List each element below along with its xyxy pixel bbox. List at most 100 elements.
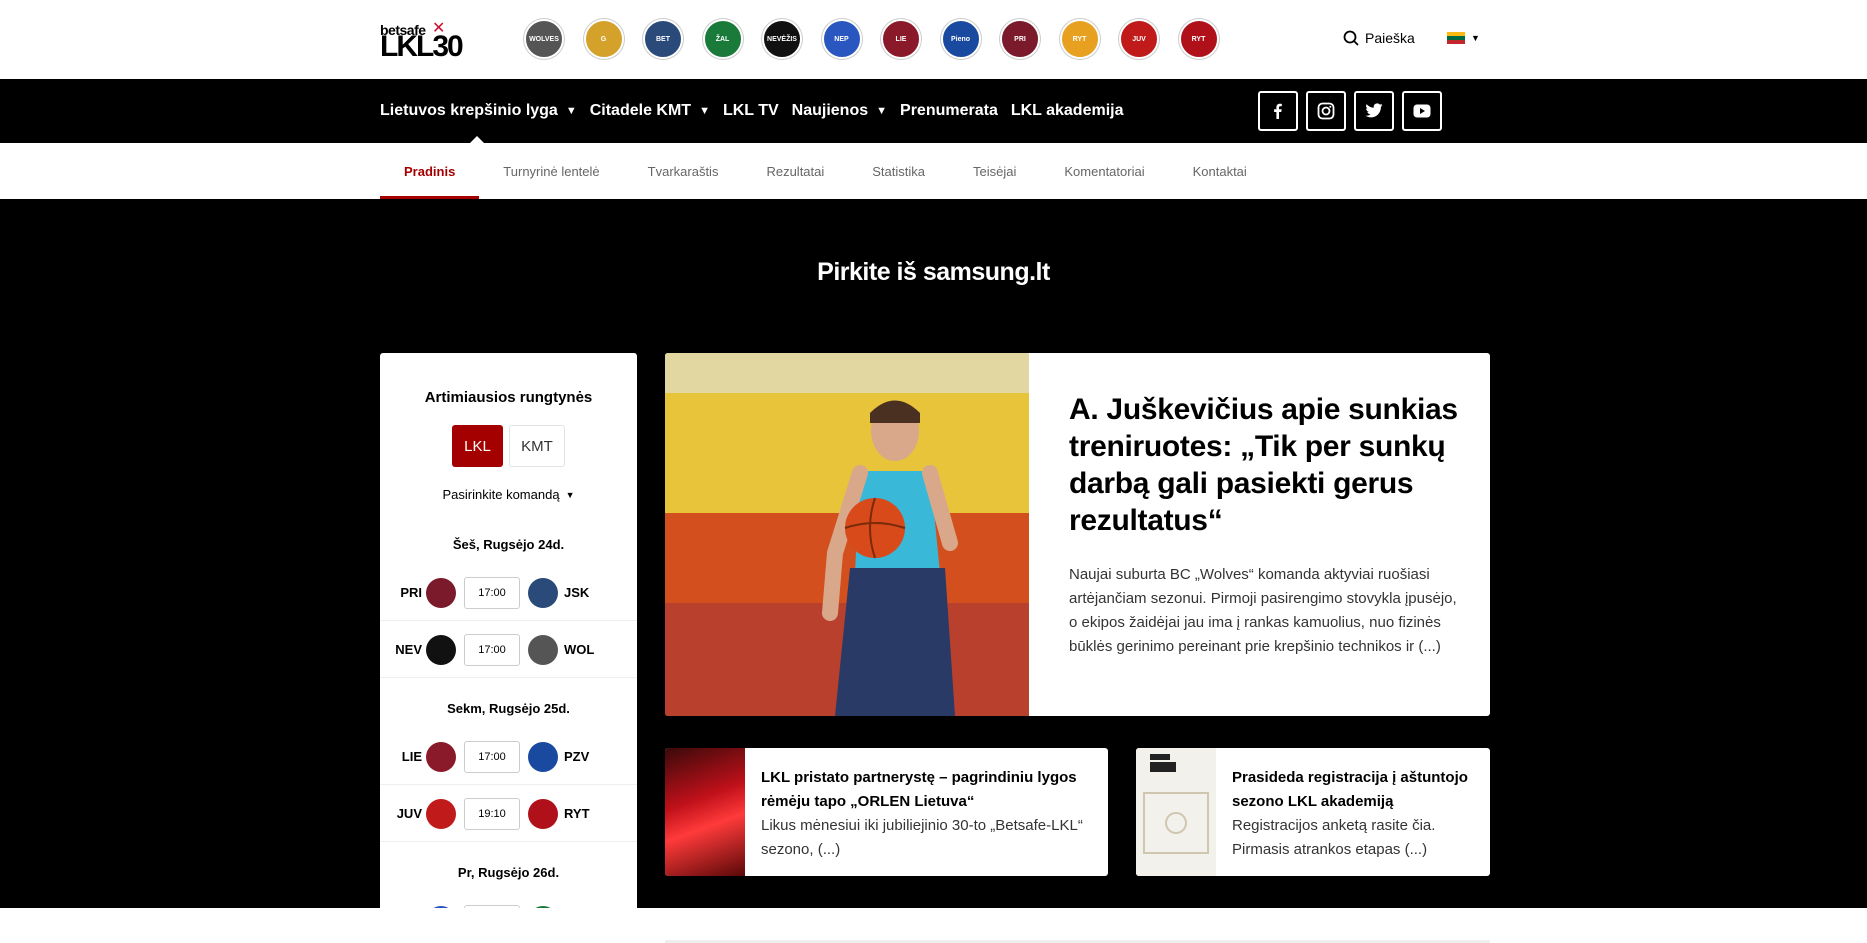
match-row[interactable]: NEV 17:00 WOL <box>380 622 637 678</box>
social-links <box>1258 91 1450 131</box>
away-team-logo-icon <box>528 634 558 665</box>
team-logo-icon[interactable]: LIE <box>881 19 921 59</box>
nav-item[interactable]: Lietuvos krepšinio lyga ▼ <box>380 79 577 143</box>
search-label: Paieška <box>1365 30 1415 46</box>
nav-item[interactable]: LKL TV <box>723 79 779 143</box>
featured-article[interactable]: A. Juškevičius apie sunkias treniruotes:… <box>665 353 1490 716</box>
subnav-tab[interactable]: Pradinis <box>380 143 480 199</box>
featured-article-excerpt: Naujai suburta BC „Wolves“ komanda aktyv… <box>1069 566 1457 655</box>
nav-item-label: LKL TV <box>722 102 779 119</box>
lkl-logo[interactable]: betsafe ✕ LKL30 <box>380 20 480 62</box>
article-card-title[interactable]: Prasideda registracija į aštuntojo sezon… <box>1232 766 1478 814</box>
article-card-title[interactable]: LKL pristato partnerystę – pagrindiniu l… <box>761 766 1096 814</box>
nav-item[interactable]: Citadele KMT ▼ <box>590 79 710 143</box>
upcoming-games-panel: Artimiausios rungtynės LKL KMT Pasirinki… <box>380 353 637 943</box>
match-time: 17:00 <box>464 740 520 773</box>
search-icon <box>1343 30 1359 46</box>
team-logo-icon[interactable]: Pieno <box>940 19 981 59</box>
nav-item[interactable]: Naujienos ▼ <box>792 79 887 143</box>
top-bar: betsafe ✕ LKL30 WOLVES G BET ŽAL NEVĖŽIS NEP L… <box>0 0 1867 79</box>
nav-item-label: Naujienos <box>791 102 869 119</box>
subnav-tab[interactable]: Kontaktai <box>1169 143 1271 199</box>
team-logo-strip: WOLVES G BET ŽAL NEVĖŽIS NEP LIE Pieno PRI RYT JUV… <box>524 19 1238 59</box>
team-logo-icon[interactable]: WOLVES <box>524 19 564 59</box>
subnav-tab[interactable]: Statistika <box>848 143 949 199</box>
home-team-logo-icon <box>426 634 456 665</box>
team-logo-icon[interactable]: RYT <box>1059 19 1100 59</box>
team-logo-icon[interactable]: BET <box>643 19 683 59</box>
tab-kmt[interactable]: KMT <box>509 425 565 467</box>
nav-item[interactable]: LKL akademija <box>1011 79 1124 143</box>
nav-item-label: Citadele KMT <box>589 102 692 119</box>
match-time: 17:00 <box>464 633 520 666</box>
youtube-icon <box>1413 104 1431 118</box>
facebook-button[interactable] <box>1258 91 1298 131</box>
team-select-label: Pasirinkite komandą <box>442 487 560 502</box>
language-selector[interactable]: ▼ <box>1447 32 1480 44</box>
nav-item-label: Lietuvos krepšinio lyga <box>380 102 558 119</box>
schedule-date: Sekm, Rugsėjo 25d. <box>447 701 570 716</box>
chevron-down-icon: ▼ <box>699 105 710 117</box>
home-team-abbr: JUV <box>396 806 422 821</box>
article-card[interactable]: LKL pristato partnerystę – pagrindiniu l… <box>665 748 1108 876</box>
article-card-excerpt: Likus mėnesiui iki jubiliejinio 30-to „B… <box>761 817 1083 858</box>
home-team-abbr: LIE <box>401 749 422 764</box>
subnav-tab[interactable]: Tvarkaraštis <box>624 143 743 199</box>
away-team-logo-icon <box>528 798 558 829</box>
match-time: 19:10 <box>464 797 520 830</box>
promo-banner[interactable]: Pirkite iš samsung.lt <box>0 258 1867 287</box>
team-logo-icon[interactable]: NEVĖŽIS <box>762 19 802 59</box>
away-team-abbr: PZV <box>564 749 590 764</box>
team-logo-icon[interactable]: RYT <box>1178 19 1219 59</box>
main-navigation: Lietuvos krepšinio lyga ▼ Citadele KMT ▼ LKL… <box>0 79 1867 143</box>
instagram-icon <box>1317 102 1335 120</box>
away-team-logo-icon <box>528 577 558 608</box>
basketball-player-illustration <box>665 353 1029 716</box>
team-logo-icon[interactable]: JUV <box>1119 19 1159 59</box>
away-team-logo-icon <box>528 741 558 772</box>
lkl-academy-illustration <box>1143 754 1209 854</box>
team-logo-icon[interactable]: PRI <box>1000 19 1040 59</box>
home-team-logo-icon <box>426 798 456 829</box>
subnav-tab[interactable]: Komentatoriai <box>1040 143 1168 199</box>
tab-lkl[interactable]: LKL <box>452 425 503 467</box>
youtube-button[interactable] <box>1402 91 1442 131</box>
match-row[interactable]: LIE 17:00 PZV <box>380 729 637 785</box>
content-area-background <box>0 908 1867 943</box>
sub-navigation: Pradinis Turnyrinė lentelė Tvarkaraštis Rez… <box>0 143 1867 199</box>
chevron-down-icon: ▼ <box>876 105 888 117</box>
subnav-tab[interactable]: Teisėjai <box>949 143 1040 199</box>
twitter-icon <box>1365 103 1383 118</box>
nav-item[interactable]: Prenumerata <box>900 79 998 143</box>
match-row[interactable]: PRI 17:00 JSK <box>380 565 637 621</box>
team-logo-icon[interactable]: NEP <box>821 19 862 59</box>
article-card-image <box>1136 748 1216 876</box>
home-team-abbr: PRI <box>400 585 422 600</box>
subnav-tab[interactable]: Rezultatai <box>742 143 848 199</box>
team-select-dropdown[interactable]: Pasirinkite komandą ▼ <box>380 487 637 502</box>
subnav-tab[interactable]: Turnyrinė lentelė <box>479 143 623 199</box>
article-card-image <box>665 748 745 876</box>
home-team-logo-icon <box>426 741 456 772</box>
lithuania-flag-icon <box>1447 32 1465 44</box>
nav-item-label: Prenumerata <box>900 102 998 119</box>
match-time: 17:00 <box>464 576 520 609</box>
facebook-icon <box>1274 103 1282 119</box>
home-team-abbr: NEV <box>395 642 422 657</box>
away-team-abbr: JSK <box>564 585 590 600</box>
instagram-button[interactable] <box>1306 91 1346 131</box>
schedule-date: Pr, Rugsėjo 26d. <box>457 865 560 880</box>
nav-item-label: LKL akademija <box>1010 102 1124 119</box>
article-card[interactable]: Prasideda registracija į aštuntojo sezon… <box>1136 748 1490 876</box>
search-button[interactable]: Paieška <box>1343 30 1415 46</box>
team-logo-icon[interactable]: ŽAL <box>702 19 743 59</box>
team-logo-icon[interactable]: G <box>583 19 624 59</box>
article-card-excerpt: Registracijos anketą rasite čia. Pirmasi… <box>1232 817 1436 858</box>
schedule-date: Šeš, Rugsėjo 24d. <box>452 537 565 552</box>
featured-article-title[interactable]: A. Juškevičius apie sunkias treniruotes:… <box>1069 391 1459 539</box>
chevron-down-icon: ▼ <box>565 105 577 117</box>
twitter-button[interactable] <box>1354 91 1394 131</box>
away-team-abbr: RYT <box>564 806 590 821</box>
match-row[interactable]: JUV 19:10 RYT <box>380 786 637 842</box>
home-team-logo-icon <box>426 577 456 608</box>
